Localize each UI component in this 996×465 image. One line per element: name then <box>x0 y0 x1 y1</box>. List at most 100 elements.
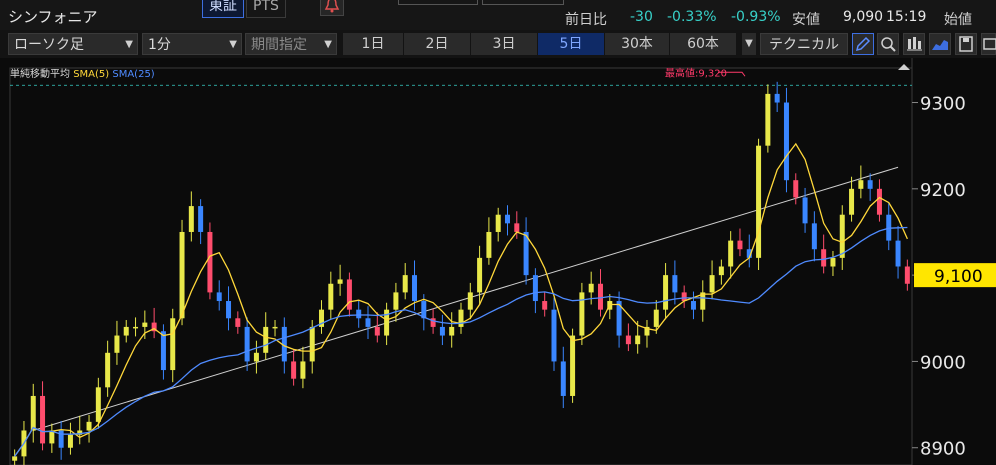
volume-icon[interactable] <box>903 33 925 55</box>
chevron-down-icon: ▼ <box>229 39 237 50</box>
candle-body <box>337 279 343 284</box>
price-chart[interactable]: 89009000910092009300最高値:9,3209,100 <box>0 58 996 465</box>
blank-field-2 <box>482 0 564 5</box>
candle-body <box>588 283 594 293</box>
candle-body <box>328 283 334 310</box>
interval-select[interactable]: 1分 ▼ <box>142 33 242 55</box>
quote-time: 15:19 <box>886 9 927 25</box>
chart-type-select[interactable]: ローソク足 ▼ <box>8 33 138 55</box>
low-label: 安値 <box>792 12 820 28</box>
chevron-down-icon: ▼ <box>324 39 332 50</box>
candle-body <box>402 275 408 293</box>
candle-body <box>133 326 139 329</box>
candle-body <box>188 206 194 232</box>
candle-body <box>160 331 166 371</box>
change-value: -30 <box>630 9 653 25</box>
candle-body <box>179 231 185 319</box>
candle-body <box>495 214 501 232</box>
candle-body <box>904 266 910 284</box>
candle-body <box>551 309 557 362</box>
exchange-tab-pts[interactable]: PTS <box>246 0 286 18</box>
collapse-caret-icon <box>898 64 910 70</box>
candle-body <box>811 223 817 250</box>
candle-body <box>867 180 873 189</box>
y-tick-label: 8900 <box>920 439 966 460</box>
range-dropdown[interactable]: ▼ <box>742 33 756 55</box>
candle-body <box>300 361 306 379</box>
y-tick-label: 9300 <box>920 94 966 115</box>
candle-body <box>793 180 799 198</box>
pencil-icon[interactable] <box>852 33 874 55</box>
plot-frame <box>9 67 913 465</box>
chevron-down-icon: ▼ <box>125 39 133 50</box>
control-bar: ローソク足 ▼ 1分 ▼ 期間指定 ▼ 1日 2日 3日 5日 30本 60本 … <box>0 30 996 58</box>
range-3day[interactable]: 3日 <box>471 33 537 55</box>
blank-field-1 <box>398 0 478 5</box>
candle-body <box>449 326 455 336</box>
candle-body <box>663 275 669 310</box>
candle-body <box>253 352 259 362</box>
candle-body <box>263 326 269 353</box>
candle-body <box>570 335 576 396</box>
candle-body <box>244 326 250 362</box>
area-chart-icon[interactable] <box>929 33 951 55</box>
chevron-down-icon: ▼ <box>745 38 753 49</box>
range-60bars[interactable]: 60本 <box>670 33 736 55</box>
candle-body <box>858 180 864 189</box>
candle-body <box>653 309 659 327</box>
save-icon[interactable] <box>955 33 977 55</box>
candle-body <box>309 326 315 362</box>
candle-body <box>774 93 780 103</box>
candle-body <box>123 326 129 336</box>
candle-body <box>207 231 213 293</box>
candle-body <box>514 223 520 232</box>
bell-icon[interactable] <box>320 0 344 16</box>
candle-body <box>821 249 827 267</box>
low-value: 9,090 <box>843 9 884 25</box>
high-annotation: 最高値:9,320 <box>665 66 727 79</box>
period-select[interactable]: 期間指定 ▼ <box>245 33 337 55</box>
y-tick-label: 9000 <box>920 352 966 373</box>
candle-body <box>690 301 696 310</box>
candle-body <box>30 395 36 431</box>
candle-body <box>170 318 176 371</box>
candle-body <box>95 387 101 422</box>
candle-body <box>532 275 538 302</box>
range-1day[interactable]: 1日 <box>343 33 403 55</box>
candle-body <box>672 275 678 293</box>
candle-body <box>737 240 743 250</box>
range-5day[interactable]: 5日 <box>538 33 604 55</box>
candle-body <box>356 309 362 319</box>
candle-body <box>895 240 901 267</box>
sma25-line <box>14 226 908 457</box>
candle-body <box>86 421 92 431</box>
candle-body <box>365 318 371 327</box>
candle-body <box>439 326 445 336</box>
technical-button[interactable]: テクニカル <box>760 33 848 55</box>
candle-body <box>198 206 204 232</box>
candle-body <box>560 361 566 396</box>
candle-body <box>272 326 278 329</box>
candle-body <box>783 102 789 181</box>
zoom-icon[interactable] <box>877 33 899 55</box>
exchange-tab-tse[interactable]: 東証 <box>202 0 244 18</box>
current-price-label: 9,100 <box>934 267 983 287</box>
candle-body <box>235 318 241 327</box>
candle-body <box>486 231 492 258</box>
candle-body <box>765 93 771 146</box>
range-30bars[interactable]: 30本 <box>605 33 669 55</box>
candle-body <box>728 240 734 267</box>
candle-body <box>477 257 483 293</box>
y-tick-label: 9200 <box>920 180 966 201</box>
change-percent: -0.33% <box>667 9 717 25</box>
candle-body <box>458 309 464 327</box>
candle-body <box>718 266 724 276</box>
candle-body <box>635 335 641 345</box>
candle-body <box>849 188 855 215</box>
interval-value: 1分 <box>148 37 171 53</box>
open-label: 始値 <box>944 12 972 28</box>
range-2day[interactable]: 2日 <box>404 33 470 55</box>
candle-body <box>105 352 111 388</box>
window-icon[interactable] <box>981 33 996 55</box>
candle-body <box>542 301 548 310</box>
